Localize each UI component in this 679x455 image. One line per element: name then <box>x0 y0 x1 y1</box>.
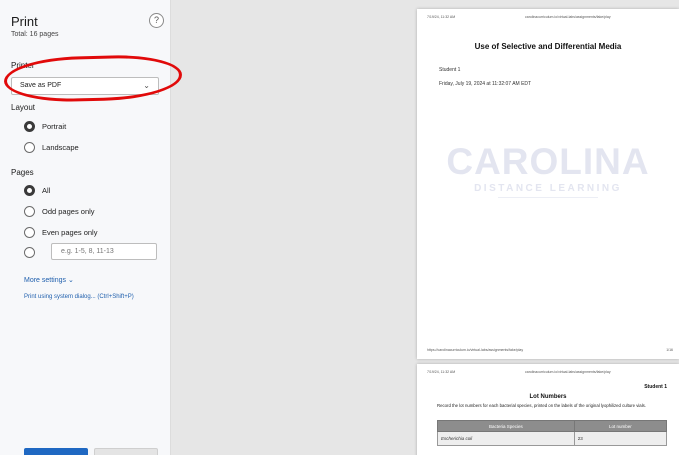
document-title: Use of Selective and Differential Media <box>474 42 622 51</box>
logo-sub-text: DISTANCE LEARNING <box>474 183 622 194</box>
section-heading: Lot Numbers <box>529 394 567 400</box>
pages-odd-label: Odd pages only <box>42 206 95 216</box>
printer-select-value: Save as PDF <box>20 82 62 89</box>
system-dialog-link[interactable]: Print using system dialog... (Ctrl+Shift… <box>24 294 134 300</box>
page-footer-url: https://carolinacurriculum.io/virtual-la… <box>427 348 524 352</box>
layout-portrait-option[interactable]: Portrait <box>24 120 66 132</box>
layout-label: Layout <box>11 103 36 112</box>
page-footer-number: 1/16 <box>666 348 673 352</box>
student-name: Student 1 <box>644 384 667 390</box>
pages-all-label: All <box>42 185 51 195</box>
page-header-datetime: 7/19/24, 11:32 AM <box>427 15 456 19</box>
radio-selected-icon[interactable] <box>24 120 35 132</box>
more-settings-link[interactable]: More settings ⌄ <box>24 276 74 284</box>
printer-label: Printer <box>11 61 35 70</box>
table-header-species: Bacteria Species <box>437 420 575 432</box>
layout-portrait-label: Portrait <box>42 121 67 131</box>
table-row: Escherichia coli 23 <box>437 431 668 446</box>
help-icon[interactable]: ? <box>149 13 164 28</box>
logo-main-text: CAROLINA <box>446 141 650 182</box>
page-header-url: carolinacurriculum.io/virtual-labs/assig… <box>525 370 611 374</box>
document-date: Friday, July 19, 2024 at 11:32:07 AM EDT <box>439 81 532 87</box>
logo-divider <box>498 197 598 198</box>
page-header-datetime: 7/19/24, 11:32 AM <box>427 370 456 374</box>
chevron-down-icon: ⌄ <box>67 277 74 284</box>
dialog-title: Print <box>11 14 38 29</box>
cancel-button[interactable] <box>94 448 158 455</box>
pages-custom-option[interactable] <box>24 246 42 258</box>
section-instructions: Record the lot numbers for each bacteria… <box>437 403 646 408</box>
print-settings-panel: Print Total: 16 pages ? Printer Save as … <box>0 0 183 455</box>
pages-odd-option[interactable]: Odd pages only <box>24 205 95 217</box>
table-header-row: Bacteria Species Lot number <box>437 420 668 432</box>
radio-unselected-icon[interactable] <box>24 246 35 258</box>
layout-landscape-label: Landscape <box>42 142 79 152</box>
page-header-url: carolinacurriculum.io/virtual-labs/assig… <box>525 15 611 19</box>
watermark-logo: CAROLINA DISTANCE LEARNING <box>417 143 679 198</box>
preview-page-1: 7/19/24, 11:32 AM carolinacurriculum.io/… <box>417 9 679 359</box>
total-pages: Total: 16 pages <box>11 31 59 38</box>
radio-selected-icon[interactable] <box>24 184 35 196</box>
preview-page-2: 7/19/24, 11:32 AM carolinacurriculum.io/… <box>417 364 679 455</box>
table-cell-lot: 23 <box>573 431 668 446</box>
radio-unselected-icon[interactable] <box>24 226 35 238</box>
more-settings-label: More settings <box>24 277 67 284</box>
page-range-input[interactable] <box>51 243 157 260</box>
pages-even-option[interactable]: Even pages only <box>24 226 97 238</box>
radio-unselected-icon[interactable] <box>24 205 35 217</box>
table-header-lot: Lot number <box>573 420 668 432</box>
pages-even-label: Even pages only <box>42 227 98 237</box>
radio-unselected-icon[interactable] <box>24 141 35 153</box>
student-name: Student 1 <box>439 67 461 73</box>
pages-all-option[interactable]: All <box>24 184 50 196</box>
layout-landscape-option[interactable]: Landscape <box>24 141 79 153</box>
chevron-down-icon: ⌄ <box>143 81 150 90</box>
printer-select[interactable]: Save as PDF ⌄ <box>11 77 159 95</box>
print-button[interactable] <box>24 448 88 455</box>
pages-label: Pages <box>11 168 34 177</box>
lot-number-table: Bacteria Species Lot number Escherichia … <box>437 420 668 446</box>
table-cell-species: Escherichia coli <box>437 431 575 446</box>
